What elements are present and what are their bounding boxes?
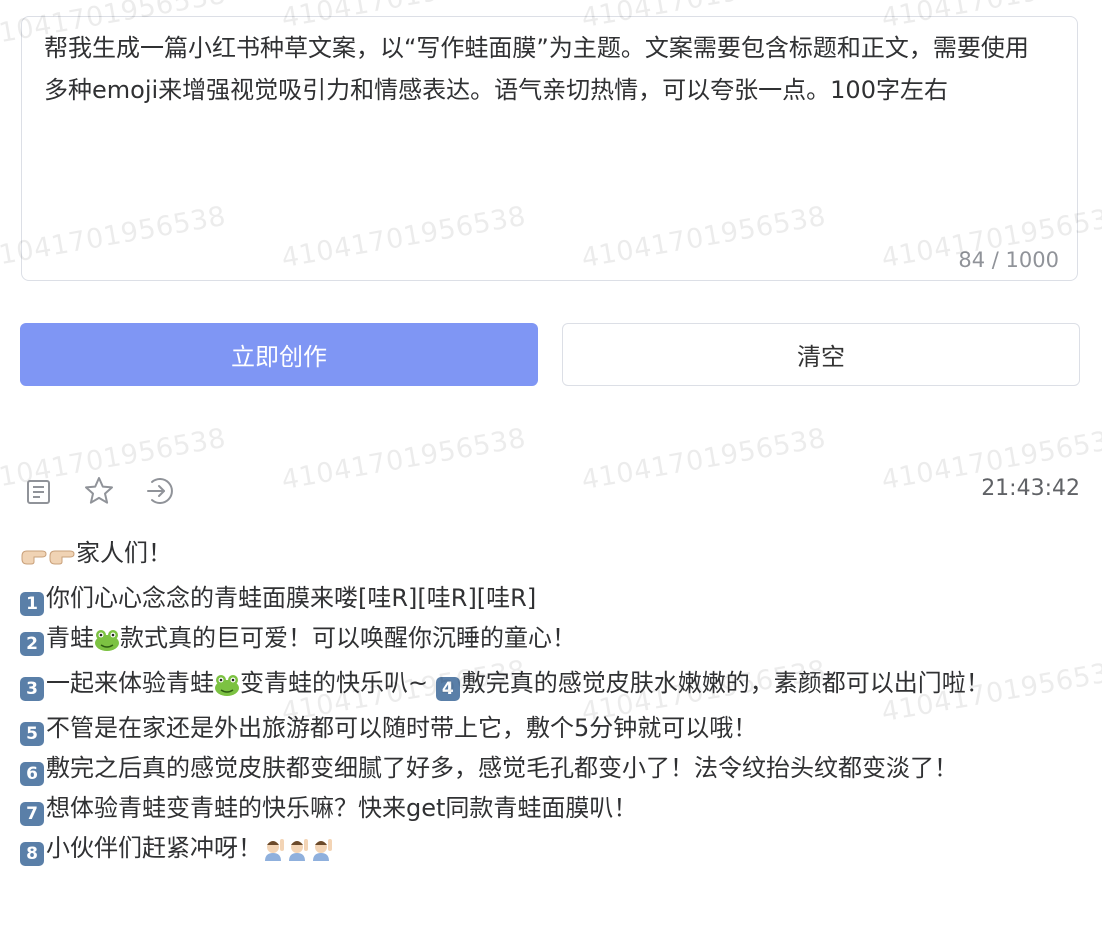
keycap-4-icon: 4 xyxy=(435,677,460,701)
result-line: 8 小伙伴们赶紧冲呀！ xyxy=(20,828,1065,873)
result-line: 6 敷完之后真的感觉皮肤都变细腻了好多，感觉毛孔都变小了！法令纹抬头纹都变淡了！ xyxy=(20,748,1065,788)
keycap-3-icon: 3 xyxy=(20,677,44,701)
document-icon[interactable] xyxy=(23,475,55,507)
create-button[interactable]: 立即创作 xyxy=(20,323,538,386)
result-line-text: 不管是在家还是外出旅游都可以随时带上它，敷个5分钟就可以哦！ xyxy=(46,714,758,742)
prompt-text[interactable]: 帮我生成一篇小红书种草文案，以“写作蛙面膜”为主题。文案需要包含标题和正文，需要… xyxy=(44,27,1049,111)
watermark: 41041701956538 xyxy=(579,422,829,497)
result-line-text: 青蛙 xyxy=(46,624,94,652)
result-line-text: 变青蛙的快乐叭~ xyxy=(240,669,436,697)
char-count: 84 / 1000 xyxy=(958,248,1059,272)
result-line-text: 敷完之后真的感觉皮肤都变细腻了好多，感觉毛孔都变小了！法令纹抬头纹都变淡了！ xyxy=(46,754,958,782)
watermark: 41041701956538 xyxy=(279,422,529,497)
result-line-text: 你们心心念念的青蛙面膜来喽[哇R][哇R][哇R] xyxy=(46,584,537,612)
result-greeting: 家人们！ xyxy=(76,539,172,567)
keycap-6-icon: 6 xyxy=(20,762,44,786)
export-icon[interactable] xyxy=(144,475,176,507)
pointing-hand-icon xyxy=(20,538,76,578)
person-raising-hand-icon xyxy=(262,833,334,873)
keycap-2-icon: 2 xyxy=(20,632,44,656)
page: 41041701956538 41041701956538 4104170195… xyxy=(0,0,1102,942)
keycap-1-icon: 1 xyxy=(20,592,44,616)
star-icon[interactable] xyxy=(83,475,115,507)
result-line: 家人们！ xyxy=(20,533,1065,578)
result-line: 2 青蛙 款式真的巨可爱！可以唤醒你沉睡的童心！ xyxy=(20,618,1065,663)
result-line-text: 小伙伴们赶紧冲呀！ xyxy=(46,834,262,862)
result-line: 1 你们心心念念的青蛙面膜来喽[哇R][哇R][哇R] xyxy=(20,578,1065,618)
frog-icon xyxy=(214,668,240,708)
result-line-text: 款式真的巨可爱！可以唤醒你沉睡的童心！ xyxy=(120,624,576,652)
result-line: 7 想体验青蛙变青蛙的快乐嘛？快来get同款青蛙面膜叭！ xyxy=(20,788,1065,828)
prompt-textarea[interactable]: 帮我生成一篇小红书种草文案，以“写作蛙面膜”为主题。文案需要包含标题和正文，需要… xyxy=(21,16,1078,281)
frog-icon xyxy=(94,623,120,663)
result-line-text: 一起来体验青蛙 xyxy=(46,669,214,697)
result-timestamp: 21:43:42 xyxy=(981,476,1080,501)
keycap-5-icon: 5 xyxy=(20,722,44,746)
clear-button[interactable]: 清空 xyxy=(562,323,1080,386)
keycap-7-icon: 7 xyxy=(20,802,44,826)
result-line: 5 不管是在家还是外出旅游都可以随时带上它，敷个5分钟就可以哦！ xyxy=(20,708,1065,748)
result-content: 家人们！ 1 你们心心念念的青蛙面膜来喽[哇R][哇R][哇R] 2 青蛙 款式真的… xyxy=(20,533,1065,873)
keycap-8-icon: 8 xyxy=(20,842,44,866)
result-line-text: 想体验青蛙变青蛙的快乐嘛？快来get同款青蛙面膜叭！ xyxy=(46,794,638,822)
result-line-text: 敷完真的感觉皮肤水嫩嫩的，素颜都可以出门啦！ xyxy=(461,669,990,697)
result-line: 3 一起来体验青蛙 变青蛙的快乐叭~ 4 敷完真的感觉皮肤水嫩嫩的，素颜都可以出门啦… xyxy=(20,663,1065,708)
